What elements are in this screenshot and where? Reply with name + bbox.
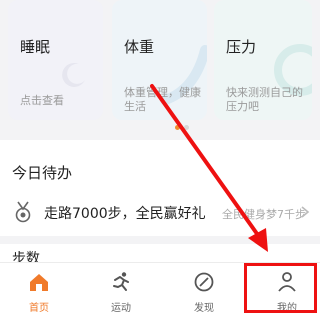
annotation-highlight-box [244,263,317,313]
